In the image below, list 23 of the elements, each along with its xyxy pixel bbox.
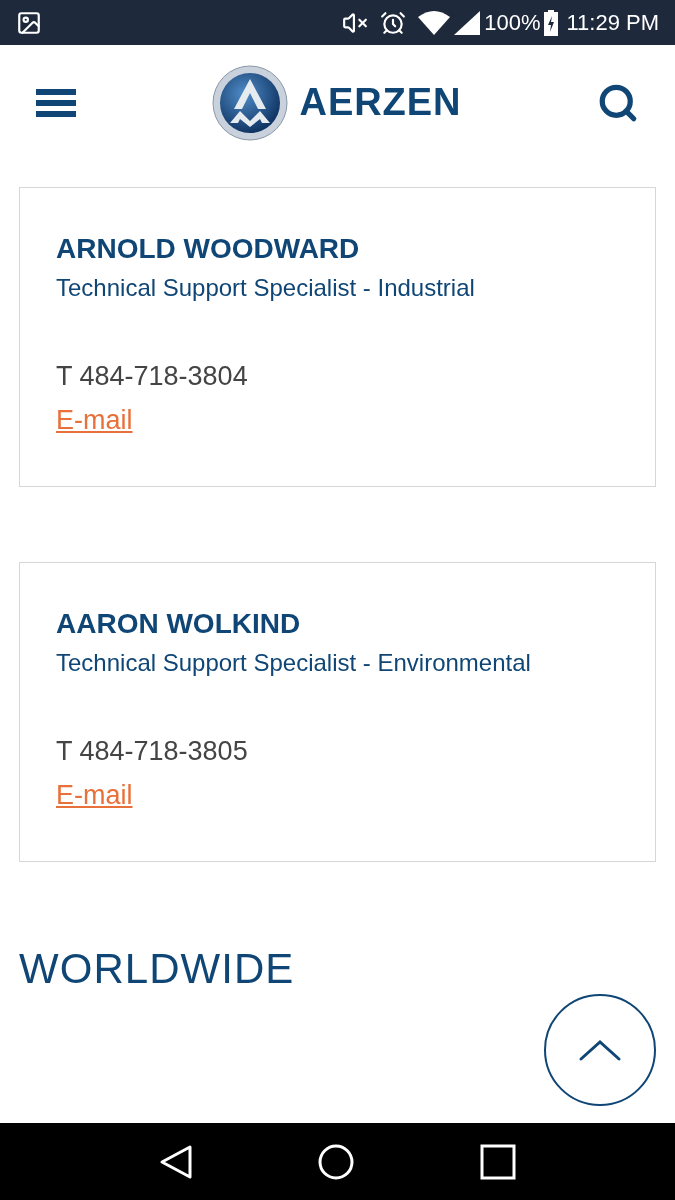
contact-role: Technical Support Specialist - Environmental bbox=[56, 648, 532, 678]
wifi-icon bbox=[418, 10, 451, 35]
email-link[interactable]: E-mail bbox=[56, 777, 133, 813]
home-icon[interactable] bbox=[318, 1143, 355, 1180]
gallery-icon bbox=[16, 9, 42, 36]
contact-phone: T 484-718-3805 bbox=[56, 735, 249, 768]
contact-name: ARNOLD WOODWARD bbox=[56, 232, 361, 266]
chevron-up-icon bbox=[578, 1038, 622, 1062]
contact-role: Technical Support Specialist - Industrial bbox=[56, 273, 476, 303]
email-link[interactable]: E-mail bbox=[56, 402, 133, 438]
logo-icon[interactable] bbox=[211, 64, 288, 141]
recents-icon[interactable] bbox=[480, 1143, 517, 1180]
back-icon[interactable] bbox=[158, 1143, 193, 1180]
logo-text[interactable]: AERZEN bbox=[299, 74, 462, 131]
section-heading: WORLDWIDE bbox=[19, 944, 296, 994]
alarm-icon bbox=[380, 9, 407, 36]
contact-phone: T 484-718-3804 bbox=[56, 360, 249, 393]
contact-name: AARON WOLKIND bbox=[56, 607, 302, 641]
clock: 11:29 PM bbox=[566, 9, 659, 37]
signal-icon bbox=[454, 10, 481, 35]
battery-charging-icon bbox=[544, 9, 559, 36]
battery-percent: 100% bbox=[484, 9, 541, 37]
menu-icon[interactable] bbox=[36, 87, 76, 118]
